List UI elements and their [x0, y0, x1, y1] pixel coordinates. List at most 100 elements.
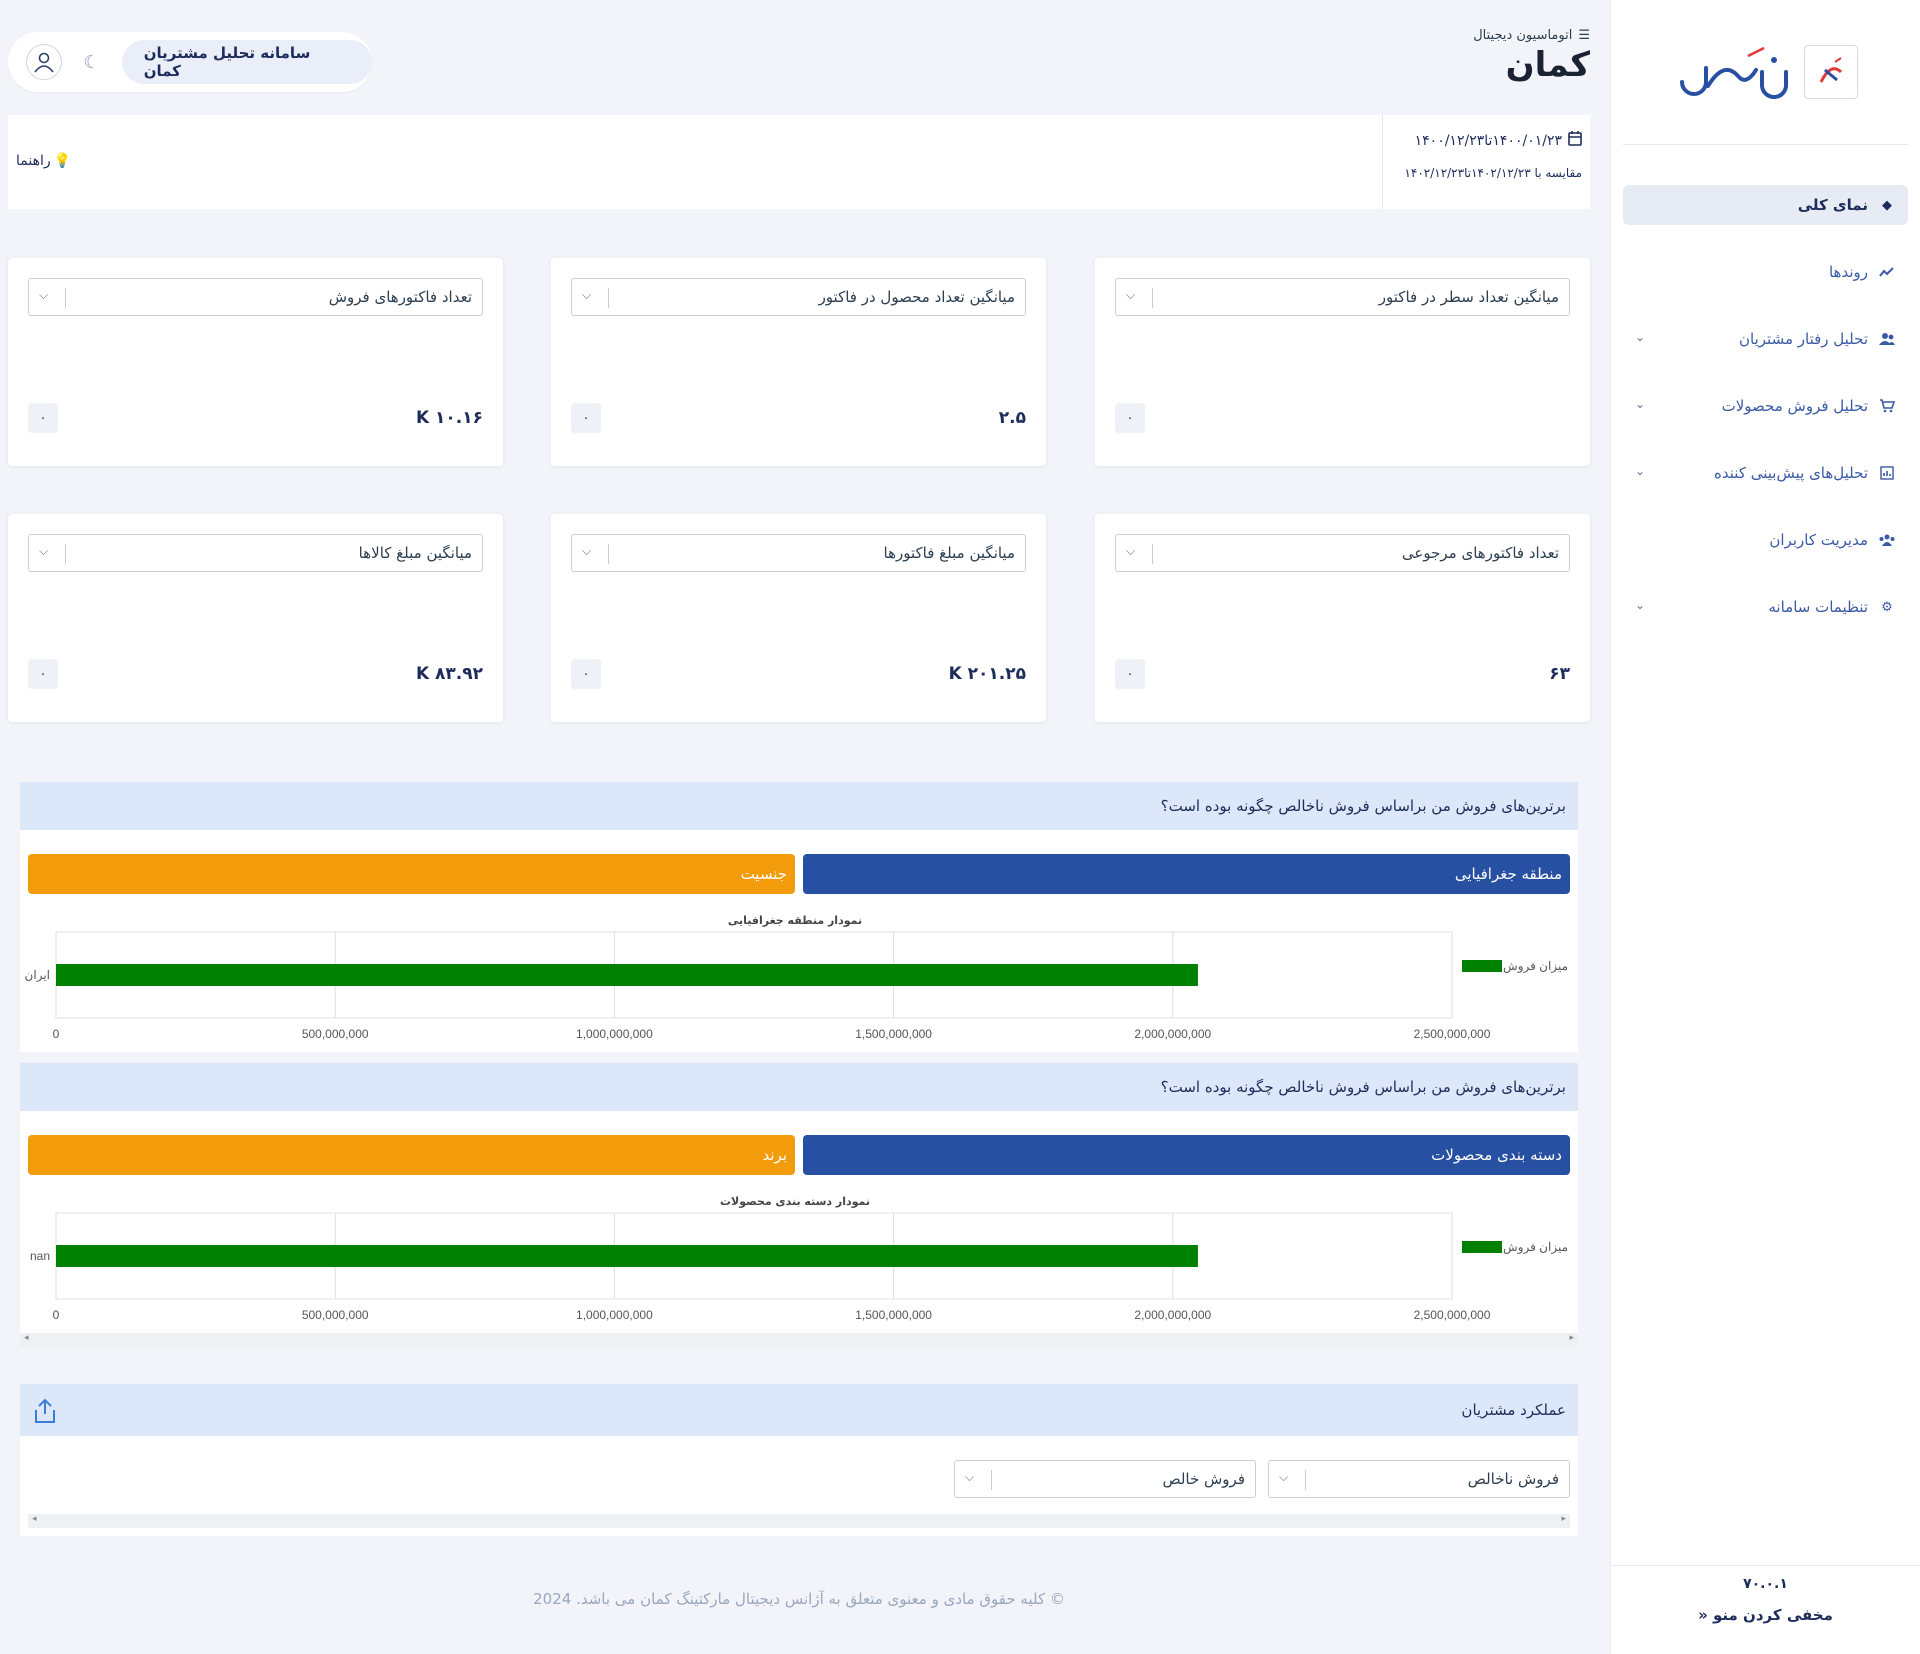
kpi-card: میانگین تعداد سطر در فاکتور ⌵ ۰ — [1095, 258, 1590, 466]
kpi-value: K ۲۰۱.۲۵ — [948, 664, 1026, 684]
cart-icon — [1878, 399, 1896, 413]
hide-menu-button[interactable]: مخفی کردن منو « — [1611, 1606, 1920, 1624]
kpi-select-label: میانگین تعداد محصول در فاکتور — [818, 288, 1015, 306]
chevron-down-icon: ⌵ — [582, 288, 592, 302]
chevron-down-icon: ⌵ — [582, 544, 592, 558]
sidebar-item-user-management[interactable]: مدیریت کاربران — [1623, 520, 1908, 560]
top-sales-panel-body: منطقه جغرافیایی جنسیت نمودار منطقه جغراف… — [20, 830, 1578, 1052]
sidebar-footer: ۷۰.۰.۱ مخفی کردن منو « — [1611, 1565, 1920, 1654]
logo[interactable] — [1623, 0, 1908, 145]
horizontal-scrollbar[interactable]: ◂ ▸ — [20, 1333, 1578, 1347]
region-bar-chart: نمودار منطقه جغرافیایی 0 500,000,000 1,000,… — [25, 914, 1568, 1041]
kpi-change-badge: ۰ — [1115, 403, 1145, 433]
customer-performance-header: عملکرد مشتریان — [20, 1384, 1578, 1436]
breadcrumb[interactable]: ☰ اتوماسیون دیجیتال — [1473, 28, 1590, 43]
section-title: عملکرد مشتریان — [1461, 1401, 1566, 1419]
kpi-select-label: میانگین مبلغ فاکتورها — [883, 544, 1015, 562]
x-tick-label: 2,000,000,000 — [1134, 1308, 1211, 1322]
tab-label: منطقه جغرافیایی — [1454, 865, 1562, 883]
tab-gender[interactable]: جنسیت — [28, 854, 795, 894]
date-range-picker[interactable]: ۱۴۰۰/۰۱/۲۳تا۱۴۰۰/۱۲/۲۳ مقایسه با ۱۴۰۲/۱۲… — [1382, 115, 1590, 209]
kpi-metric-select[interactable]: تعداد فاکتورهای مرجوعی ⌵ — [1115, 534, 1570, 572]
panel-question: برترین‌های فروش من براساس فروش ناخالص چگ… — [1160, 1078, 1566, 1096]
top-sales-panel-header: برترین‌های فروش من براساس فروش ناخالص چگ… — [20, 782, 1578, 830]
kpi-metric-select[interactable]: میانگین مبلغ فاکتورها ⌵ — [571, 534, 1026, 572]
tab-brand[interactable]: برند — [28, 1135, 795, 1175]
kpi-metric-select[interactable]: میانگین تعداد محصول در فاکتور ⌵ — [571, 278, 1026, 316]
sidebar-item-predictive[interactable]: تحلیل‌های پیش‌بینی کننده ⌄ — [1623, 453, 1908, 493]
guide-link[interactable]: 💡 راهنما — [16, 153, 71, 169]
kpi-select-label: میانگین تعداد سطر در فاکتور — [1378, 288, 1559, 306]
kpi-value: ۶۳ — [1549, 664, 1570, 684]
x-tick-label: 1,000,000,000 — [576, 1308, 653, 1322]
scroll-right-icon[interactable]: ▸ — [1569, 1333, 1574, 1343]
chevron-down-icon: ⌄ — [1635, 598, 1646, 612]
select-divider — [1305, 1470, 1306, 1490]
user-avatar-button[interactable] — [26, 44, 62, 80]
tab-label: برند — [762, 1146, 788, 1164]
sidebar-item-overview[interactable]: ◆ نمای کلی — [1623, 185, 1908, 225]
kpi-card: تعداد فاکتورهای فروش ⌵ K ۱۰.۱۶ ۰ — [8, 258, 503, 466]
users-icon — [1878, 332, 1896, 346]
scroll-right-icon[interactable]: ▸ — [1561, 1514, 1566, 1524]
legend-swatch — [1462, 1241, 1502, 1253]
sidebar-item-label: روندها — [1828, 263, 1868, 281]
chart-title: نمودار دسته بندی محصولات — [720, 1195, 870, 1208]
kpi-value: ۲.۵ — [998, 408, 1026, 428]
share-export-icon[interactable] — [34, 1398, 56, 1428]
trend-icon — [1878, 266, 1896, 278]
scroll-left-icon[interactable]: ◂ — [24, 1333, 29, 1343]
x-tick-label: 2,500,000,000 — [1414, 1027, 1491, 1041]
sidebar-item-settings[interactable]: ⚙ تنظیمات سامانه ⌄ — [1623, 587, 1908, 627]
sidebar-item-label: نمای کلی — [1797, 196, 1868, 214]
chevron-down-icon: ⌵ — [1279, 1470, 1289, 1484]
sidebar-item-product-sales[interactable]: تحلیل فروش محصولات ⌄ — [1623, 386, 1908, 426]
select-divider — [608, 288, 609, 308]
kpi-change-badge: ۰ — [1115, 659, 1145, 689]
tab-product-category[interactable]: دسته بندی محصولات — [803, 1135, 1570, 1175]
user-icon — [34, 52, 54, 73]
kaman-logo-mark — [1803, 45, 1858, 99]
sidebar-item-label: تحلیل رفتار مشتریان — [1739, 330, 1868, 348]
tab-geographic-region[interactable]: منطقه جغرافیایی — [803, 854, 1570, 894]
kpi-metric-select[interactable]: تعداد فاکتورهای فروش ⌵ — [28, 278, 483, 316]
x-tick-label: 500,000,000 — [302, 1027, 369, 1041]
kpi-card: میانگین مبلغ کالاها ⌵ K ۸۳.۹۲ ۰ — [8, 514, 503, 722]
x-tick-label: 1,500,000,000 — [855, 1027, 932, 1041]
horizontal-scrollbar[interactable]: ◂ ▸ — [28, 1514, 1570, 1528]
chevron-down-icon: ⌵ — [965, 1470, 975, 1484]
legend-label: میزان فروش — [1503, 1240, 1568, 1254]
sidebar-item-label: مدیریت کاربران — [1769, 531, 1868, 549]
kpi-select-label: میانگین مبلغ کالاها — [358, 544, 472, 562]
kpi-metric-select[interactable]: میانگین مبلغ کالاها ⌵ — [28, 534, 483, 572]
bar — [56, 1245, 1198, 1267]
x-tick-label: 1,500,000,000 — [855, 1308, 932, 1322]
sidebar-item-label: تنظیمات سامانه — [1768, 598, 1868, 616]
sidebar-item-trends[interactable]: روندها — [1623, 252, 1908, 292]
scroll-left-icon[interactable]: ◂ — [32, 1514, 37, 1524]
x-tick-label: 2,500,000,000 — [1414, 1308, 1491, 1322]
gross-sales-select[interactable]: فروش ناخالص ⌵ — [1268, 1460, 1570, 1498]
y-category-label: nan — [30, 1249, 50, 1263]
guide-label: راهنما — [16, 153, 51, 169]
copyright-footer: © کلیه حقوق مادی و معنوی متعلق به آژانس … — [533, 1590, 1065, 1608]
panel-question: برترین‌های فروش من براساس فروش ناخالص چگ… — [1160, 797, 1566, 815]
kpi-metric-select[interactable]: میانگین تعداد سطر در فاکتور ⌵ — [1115, 278, 1570, 316]
top-sales-panel-header: برترین‌های فروش من براساس فروش ناخالص چگ… — [20, 1063, 1578, 1111]
moon-icon[interactable]: ☾ — [84, 52, 100, 73]
sidebar-item-customer-behavior[interactable]: تحلیل رفتار مشتریان ⌄ — [1623, 319, 1908, 359]
sidebar-nav: ◆ نمای کلی روندها تحلیل رفتار مشتریان ⌄ … — [1611, 145, 1920, 627]
net-sales-select[interactable]: فروش خالص ⌵ — [954, 1460, 1256, 1498]
date-range: ۱۴۰۰/۰۱/۲۳تا۱۴۰۰/۱۲/۲۳ — [1383, 131, 1582, 150]
chart-title: نمودار منطقه جغرافیایی — [728, 914, 862, 927]
x-tick-label: 1,000,000,000 — [576, 1027, 653, 1041]
double-chevron-left-icon: « — [1698, 1606, 1708, 1624]
category-bar-chart: نمودار دسته بندی محصولات 0 500,000,000 1,00… — [30, 1195, 1568, 1322]
chevron-down-icon: ⌄ — [1635, 397, 1646, 411]
select-divider — [1152, 544, 1153, 564]
kpi-change-badge: ۰ — [28, 659, 58, 689]
kpi-select-label: تعداد فاکتورهای مرجوعی — [1401, 544, 1559, 562]
chevron-down-icon: ⌵ — [1126, 544, 1136, 558]
y-category-label: ایران — [25, 968, 50, 982]
select-divider — [1152, 288, 1153, 308]
